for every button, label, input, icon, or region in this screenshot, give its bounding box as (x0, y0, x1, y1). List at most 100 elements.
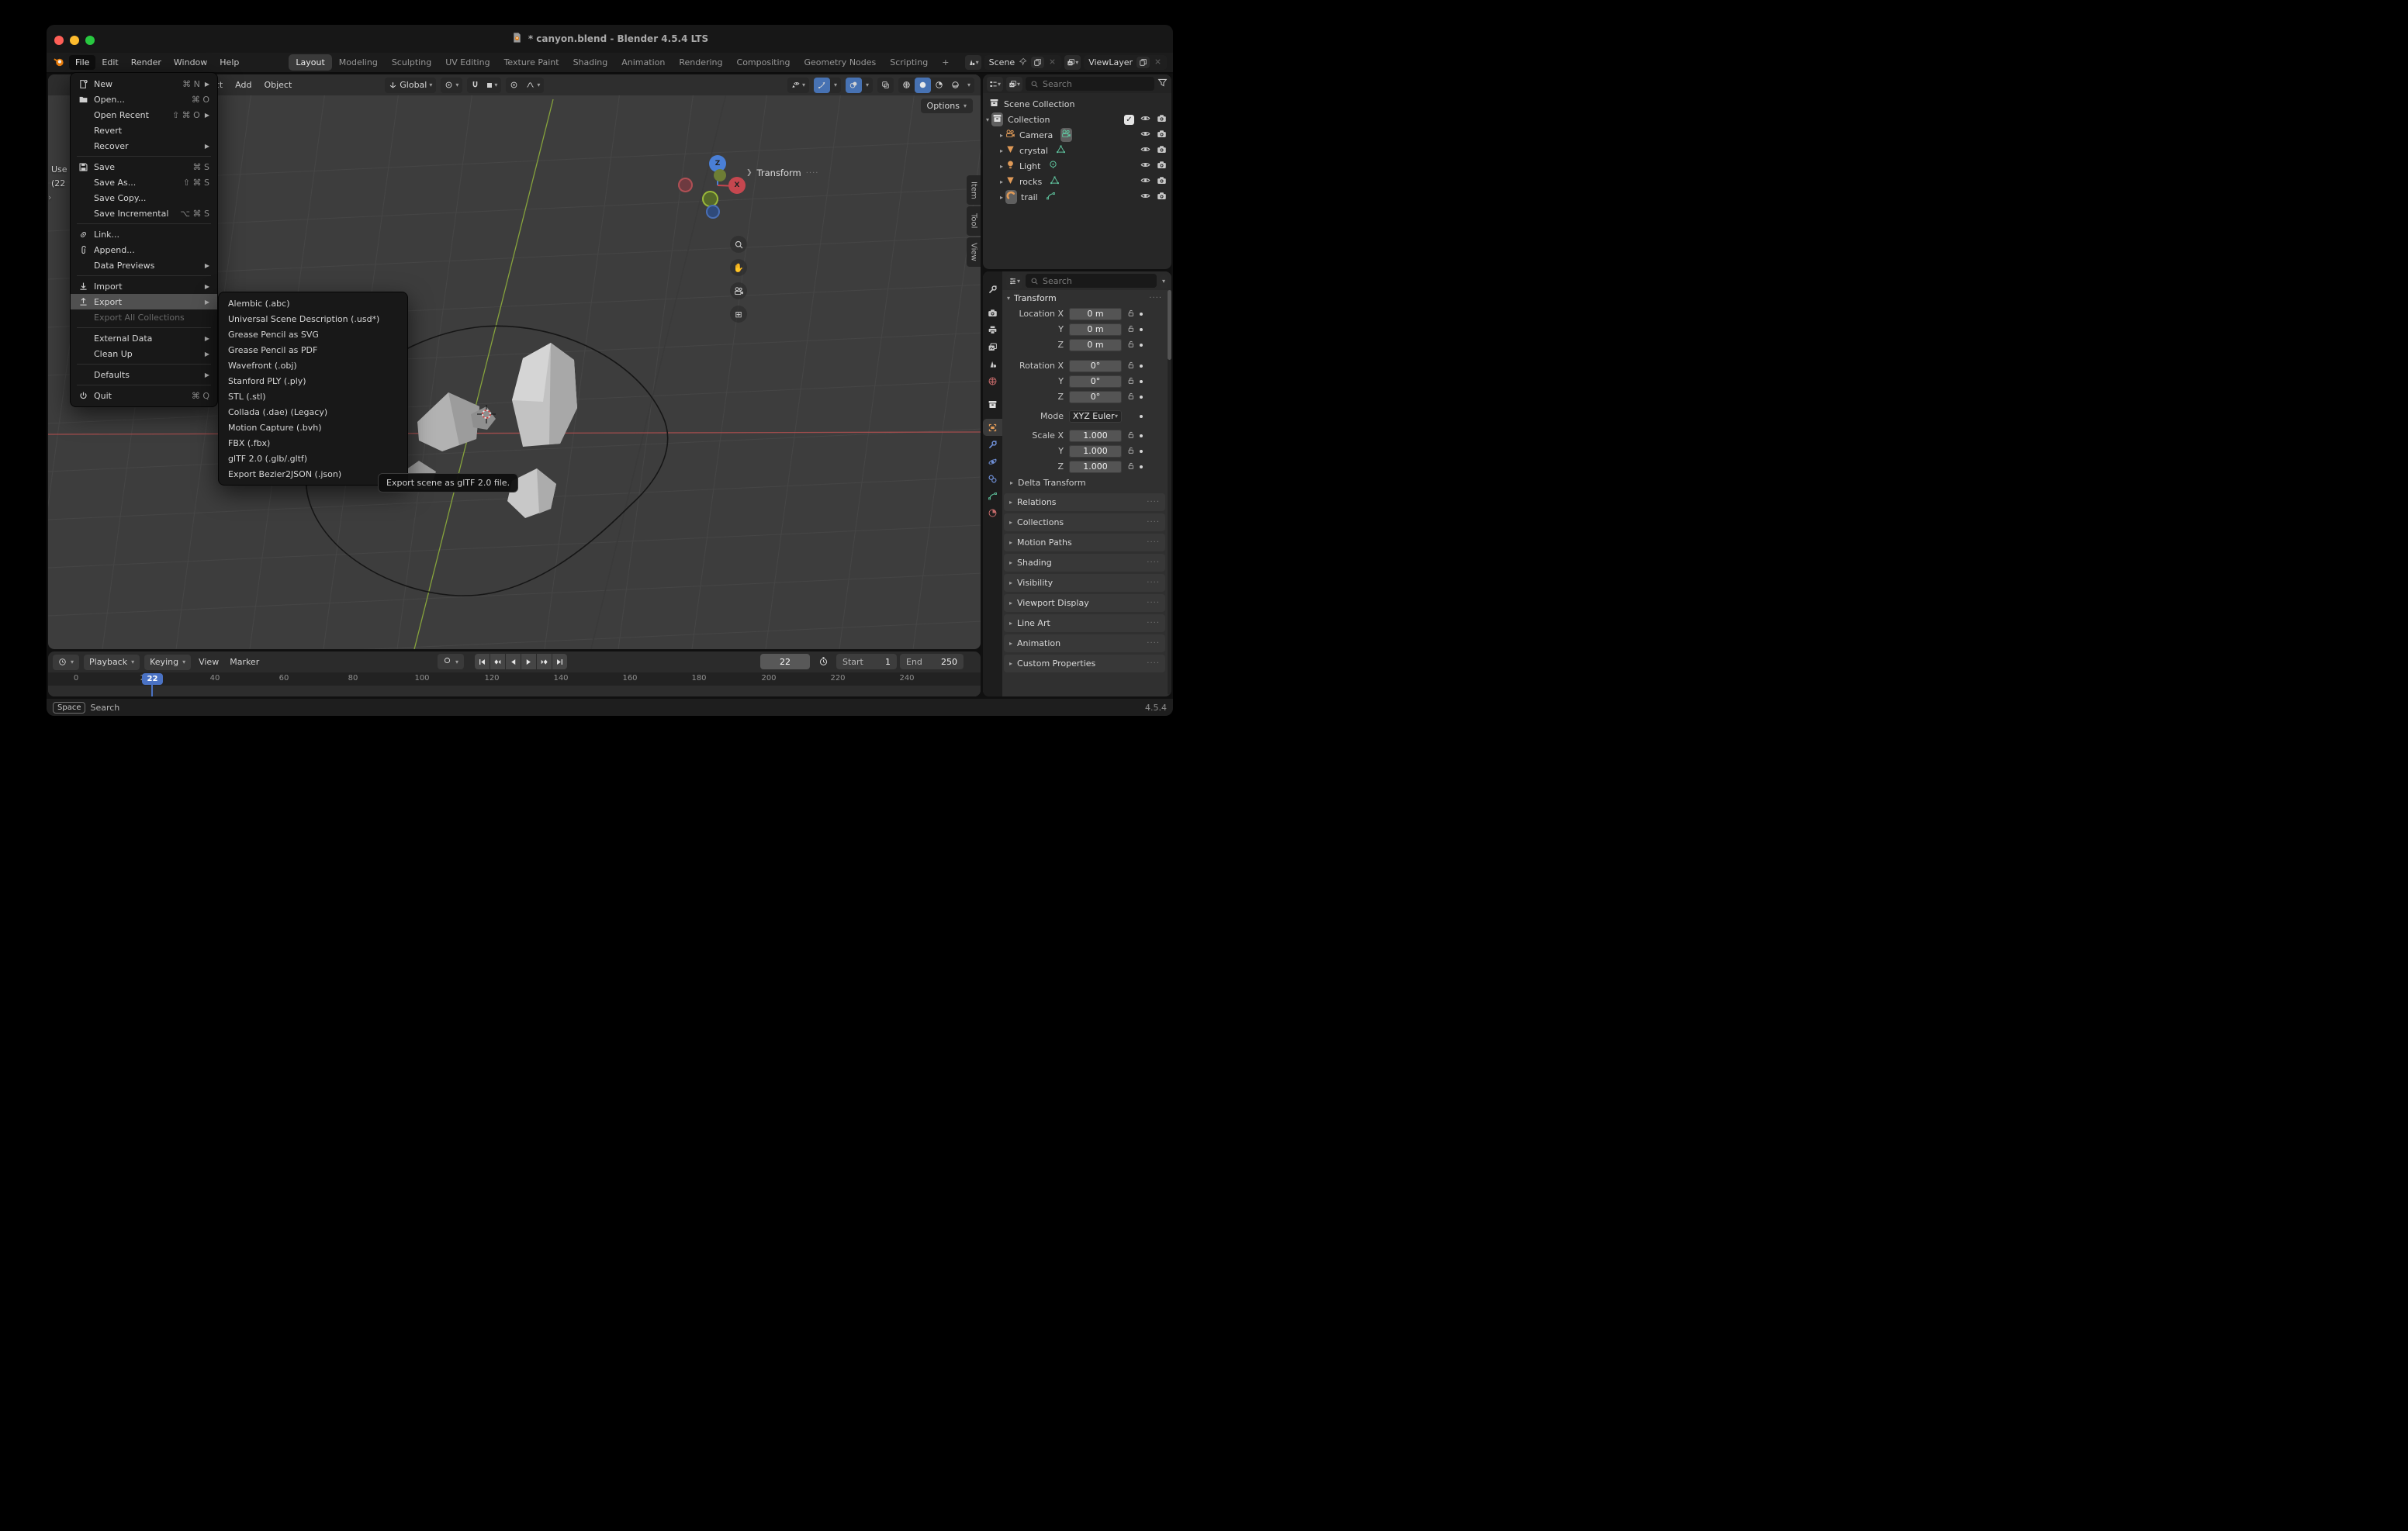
timeline-editor-type-dropdown[interactable]: ▾ (53, 655, 79, 670)
file-menu-item-recover[interactable]: Recover▶ (71, 138, 217, 154)
animate-dot-icon[interactable] (1140, 380, 1143, 383)
gizmos-dropdown[interactable]: ▾ (830, 78, 841, 93)
file-menu-item-link[interactable]: Link... (71, 226, 217, 242)
file-menu-item-import[interactable]: Import▶ (71, 278, 217, 294)
delta-transform-panel[interactable]: ▸Delta Transform (1002, 474, 1167, 491)
lock-icon[interactable] (1126, 446, 1135, 457)
xray-toggle[interactable] (877, 78, 894, 93)
file-menu-item-export[interactable]: Export▶ (71, 294, 217, 309)
panel-viewport-display[interactable]: ▸Viewport Display···· (1004, 594, 1165, 612)
panel-visibility[interactable]: ▸Visibility···· (1004, 574, 1165, 592)
tab-rendering[interactable]: Rendering (672, 54, 729, 71)
jump-to-end-button[interactable] (552, 654, 567, 669)
snap-controls[interactable]: ▾ (467, 78, 501, 93)
tab-object-data-icon[interactable] (983, 487, 1002, 504)
disable-render-icon[interactable] (1157, 113, 1167, 126)
pin-icon[interactable] (1019, 57, 1027, 68)
next-keyframe-button[interactable] (537, 654, 552, 669)
lock-icon[interactable] (1126, 361, 1135, 372)
tab-render-icon[interactable] (983, 304, 1002, 321)
tab-world-icon[interactable] (983, 372, 1002, 389)
menu-render[interactable]: Render (125, 55, 168, 70)
playback-dropdown[interactable]: Playback▾ (84, 655, 140, 670)
lock-icon[interactable] (1126, 430, 1135, 441)
outliner-row-crystal[interactable]: ▸ crystal (983, 143, 1171, 158)
lock-icon[interactable] (1126, 324, 1135, 335)
object-menu[interactable]: Object (258, 78, 298, 92)
tab-shading[interactable]: Shading (566, 54, 615, 71)
pivot-point-dropdown[interactable]: ▾ (441, 78, 462, 93)
export-item-fbx[interactable]: FBX (.fbx) (219, 435, 407, 451)
animate-dot-icon[interactable] (1140, 365, 1143, 368)
export-item-alembic[interactable]: Alembic (.abc) (219, 295, 407, 311)
tab-compositing[interactable]: Compositing (730, 54, 797, 71)
lock-icon[interactable] (1126, 461, 1135, 472)
frame-start-field[interactable]: Start 1 (836, 654, 897, 669)
play-reverse-button[interactable] (506, 654, 521, 669)
panel-animation[interactable]: ▸Animation···· (1004, 634, 1165, 652)
panel-collections[interactable]: ▸Collections···· (1004, 513, 1165, 531)
outliner-row-camera[interactable]: ▸ Camera (983, 127, 1171, 143)
playhead-badge[interactable]: 22 (142, 673, 163, 685)
camera-view-button[interactable] (730, 282, 747, 299)
file-menu-item-revert[interactable]: Revert (71, 123, 217, 138)
outliner-row-rocks[interactable]: ▸ rocks (983, 174, 1171, 189)
export-item-usd[interactable]: Universal Scene Description (.usd*) (219, 311, 407, 327)
outliner-row-scene-collection[interactable]: Scene Collection (983, 96, 1171, 112)
snap-target-dropdown[interactable]: ▾ (483, 78, 501, 93)
animate-dot-icon[interactable] (1140, 313, 1143, 316)
tab-material-icon[interactable] (983, 504, 1002, 521)
lock-icon[interactable] (1126, 309, 1135, 320)
hide-eye-icon[interactable] (1140, 144, 1150, 157)
disable-render-icon[interactable] (1157, 191, 1167, 203)
overlays-toggle[interactable]: ▾ (846, 78, 873, 93)
file-menu-item-save-incremental[interactable]: Save Incremental⌥ ⌘ S (71, 206, 217, 221)
expand-chevron-icon[interactable]: ▸ (1000, 132, 1003, 139)
expand-chevron-icon[interactable]: ▸ (1000, 147, 1003, 154)
export-item-collada[interactable]: Collada (.dae) (Legacy) (219, 404, 407, 420)
panel-shading[interactable]: ▸Shading···· (1004, 554, 1165, 572)
tab-modeling[interactable]: Modeling (332, 54, 385, 71)
timeline-view-menu[interactable]: View (195, 657, 222, 667)
tab-collection-icon[interactable] (983, 396, 1002, 413)
lock-icon[interactable] (1126, 340, 1135, 351)
file-menu-item-save[interactable]: Save⌘ S (71, 159, 217, 175)
tab-texture-paint[interactable]: Texture Paint (497, 54, 566, 71)
perspective-toggle-button[interactable]: ⊞ (730, 306, 747, 323)
location-x-field[interactable]: 0 m (1069, 308, 1122, 320)
properties-options-dropdown[interactable]: ▾ (1160, 274, 1168, 289)
proportional-editing-icon[interactable] (506, 78, 522, 93)
tab-geometry-nodes[interactable]: Geometry Nodes (797, 54, 883, 71)
add-menu[interactable]: Add (229, 78, 258, 92)
location-z-field[interactable]: 0 m (1069, 339, 1122, 351)
scale-x-field[interactable]: 1.000 (1069, 430, 1122, 442)
menu-window[interactable]: Window (168, 55, 213, 70)
rotation-mode-dropdown[interactable]: XYZ Euler▾ (1069, 410, 1122, 423)
add-workspace-button[interactable]: + (935, 54, 956, 71)
outliner-row-trail[interactable]: ▸ trail (983, 189, 1171, 205)
export-item-grease-pencil-svg[interactable]: Grease Pencil as SVG (219, 327, 407, 342)
zoom-viewport-button[interactable] (730, 236, 747, 253)
tab-physics-icon[interactable] (983, 453, 1002, 470)
expand-chevron-icon[interactable]: ▸ (1000, 178, 1003, 185)
stopwatch-icon[interactable] (818, 656, 829, 669)
pan-viewport-button[interactable]: ✋ (730, 259, 747, 276)
hide-eye-icon[interactable] (1140, 191, 1150, 203)
panel-relations[interactable]: ▸Relations···· (1004, 493, 1165, 511)
playhead-line[interactable] (151, 684, 153, 696)
tab-constraints-icon[interactable] (983, 470, 1002, 487)
outliner-row-light[interactable]: ▸ Light (983, 158, 1171, 174)
panel-line-art[interactable]: ▸Line Art···· (1004, 614, 1165, 632)
file-menu-item-open[interactable]: Open...⌘ O (71, 92, 217, 107)
menu-help[interactable]: Help (213, 55, 245, 70)
location-y-field[interactable]: 0 m (1069, 323, 1122, 336)
tab-layout[interactable]: Layout (289, 54, 331, 71)
file-menu-item-save-copy[interactable]: Save Copy... (71, 190, 217, 206)
animate-dot-icon[interactable] (1140, 344, 1143, 347)
shading-rendered-button[interactable] (947, 78, 964, 93)
shading-wireframe-button[interactable] (898, 78, 915, 93)
export-item-stanford-ply[interactable]: Stanford PLY (.ply) (219, 373, 407, 389)
gizmo-axis-x[interactable]: X (728, 177, 746, 194)
outliner-editor-type-dropdown[interactable]: ▾ (987, 77, 1003, 92)
auto-key-record-icon[interactable] (443, 656, 452, 667)
